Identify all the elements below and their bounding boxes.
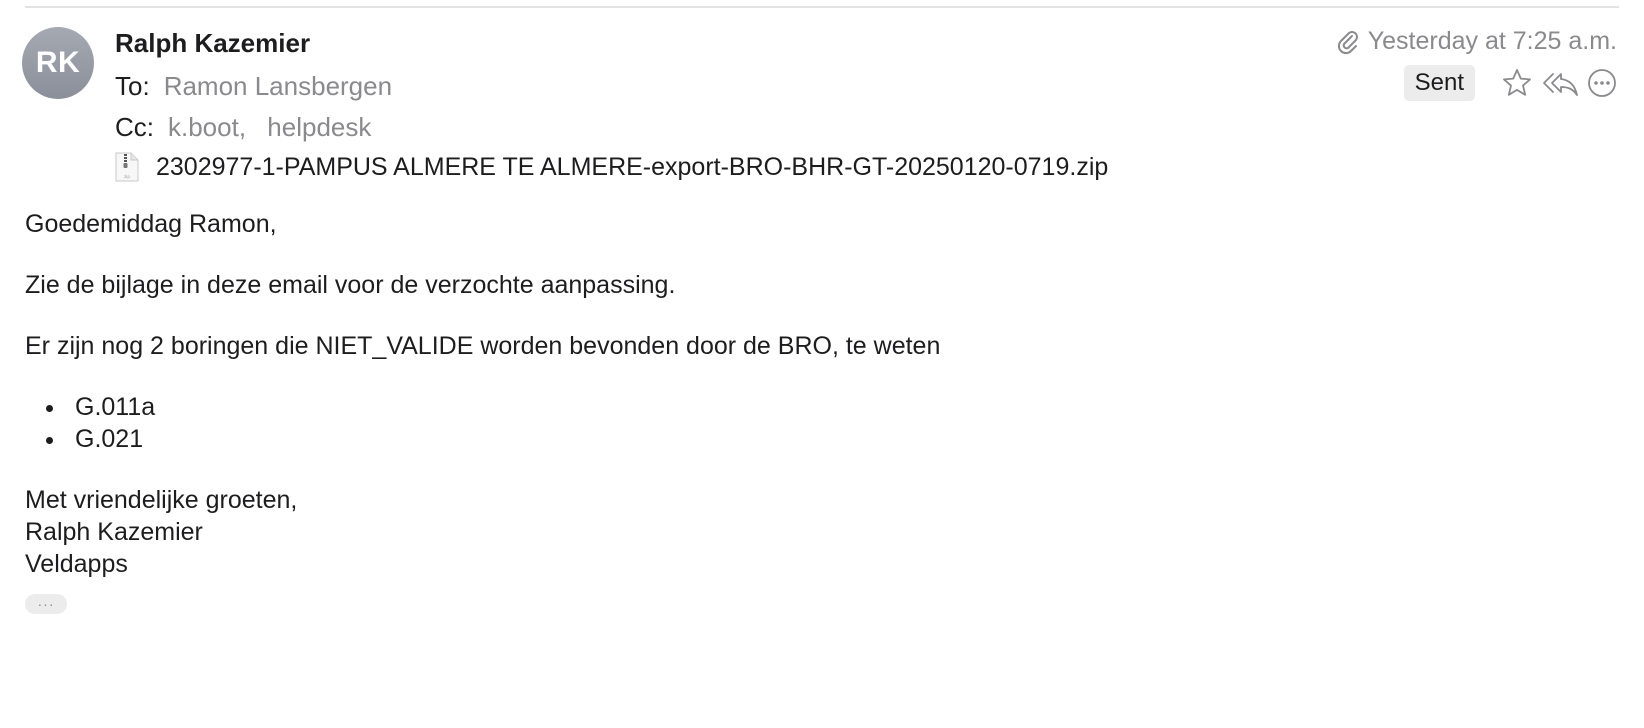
message-date: Yesterday at 7:25 a.m. <box>1337 27 1617 56</box>
cc-recipient-kboot[interactable]: k.boot, <box>168 112 246 142</box>
cc-label: Cc: <box>115 112 154 142</box>
body-line-1: Zie de bijlage in deze email voor de ver… <box>25 271 676 299</box>
signature-company: Veldapps <box>25 550 128 578</box>
message-body: Goedemiddag Ramon, Zie de bijlage in dez… <box>25 208 1604 580</box>
attachment-item[interactable]: zip 2302977-1-PAMPUS ALMERE TE ALMERE-ex… <box>115 152 1108 182</box>
svg-text:zip: zip <box>124 174 130 179</box>
star-icon[interactable] <box>1501 67 1533 99</box>
avatar[interactable]: RK <box>22 27 94 99</box>
message-actions: Sent <box>1403 65 1617 101</box>
closing: Met vriendelijke groeten, <box>25 486 298 514</box>
show-quoted-text-button[interactable]: ··· <box>25 594 67 614</box>
more-icon[interactable] <box>1587 68 1617 98</box>
bullet-list: G.011a G.021 <box>25 391 1604 455</box>
list-item: G.021 <box>25 423 1604 455</box>
greeting: Goedemiddag Ramon, <box>25 210 277 238</box>
divider <box>25 6 1619 8</box>
cc-recipient-helpdesk[interactable]: helpdesk <box>267 112 371 142</box>
signature-name: Ralph Kazemier <box>25 518 203 546</box>
to-recipient[interactable]: Ramon Lansbergen <box>164 71 392 101</box>
list-item: G.011a <box>25 391 1604 423</box>
zip-file-icon: zip <box>115 152 139 182</box>
paperclip-icon <box>1337 29 1359 55</box>
body-line-2: Er zijn nog 2 boringen die NIET_VALIDE w… <box>25 332 941 360</box>
sent-badge: Sent <box>1403 65 1475 101</box>
date-text: Yesterday at 7:25 a.m. <box>1367 27 1617 55</box>
reply-all-icon[interactable] <box>1541 67 1579 99</box>
email-message-view: RK Ralph Kazemier To: Ramon Lansbergen Cc… <box>0 0 1644 728</box>
sender-name[interactable]: Ralph Kazemier <box>115 28 310 59</box>
attachment-filename[interactable]: 2302977-1-PAMPUS ALMERE TE ALMERE-export… <box>156 153 1108 182</box>
to-row: To: Ramon Lansbergen <box>115 71 392 102</box>
cc-row: Cc: k.boot, helpdesk <box>115 112 371 143</box>
to-label: To: <box>115 71 150 101</box>
